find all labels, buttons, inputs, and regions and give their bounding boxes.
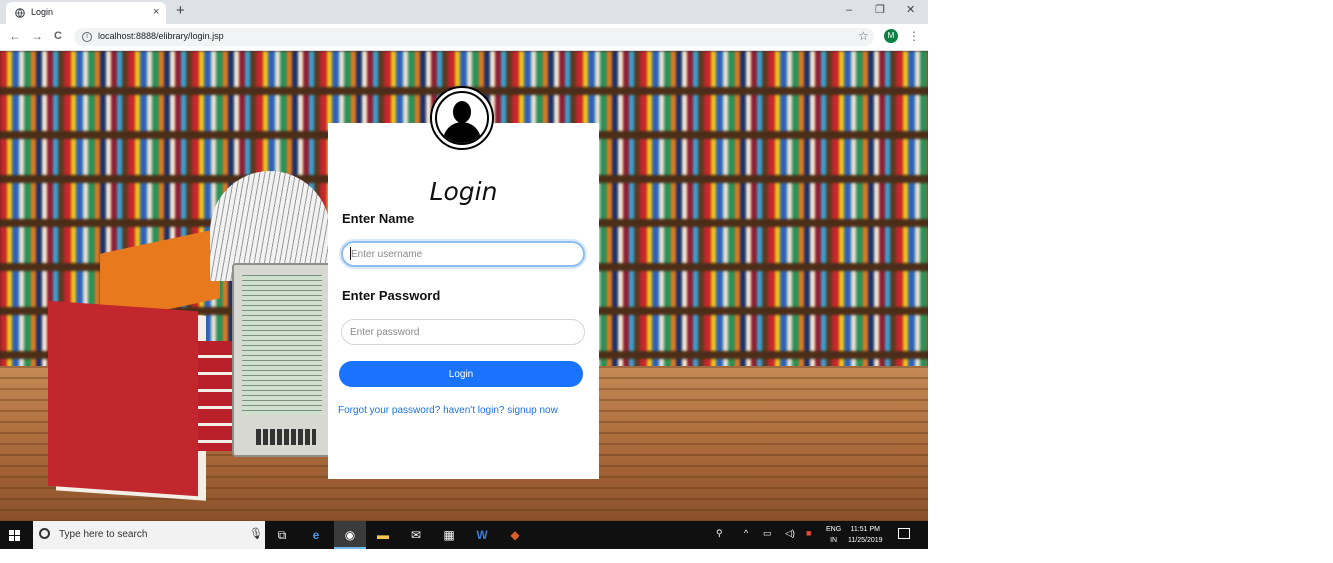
region-code: IN (830, 537, 838, 544)
tab-title: Login (31, 7, 54, 17)
window-close-button[interactable]: ✕ (906, 3, 915, 17)
language-indicator[interactable]: ENG IN (826, 524, 841, 546)
avatar-silhouette (435, 91, 489, 145)
user-avatar-icon (430, 86, 494, 150)
info-icon[interactable]: i (82, 32, 92, 42)
tab-close-icon[interactable]: × (153, 5, 159, 19)
battery-icon[interactable]: ▭ (763, 528, 772, 539)
signup-prompt: haven't login? (443, 405, 505, 416)
url-text[interactable]: localhost:8888/elibrary/login.jsp (98, 31, 224, 41)
app-icon[interactable]: ◆ (499, 521, 531, 549)
password-input[interactable] (341, 319, 585, 345)
auth-links: Forgot your password? haven't login? sig… (338, 405, 598, 416)
browser-tab-strip: Login × + – ❐ ✕ (0, 0, 928, 24)
avatar-head (453, 101, 471, 123)
taskbar-search-placeholder: Type here to search (59, 529, 148, 540)
bookmark-star-icon[interactable]: ☆ (858, 29, 869, 43)
edge-icon[interactable]: e (300, 521, 332, 549)
people-icon[interactable]: ⚲ (716, 528, 723, 539)
ereader-keyboard (256, 429, 316, 445)
tray-chevron-icon[interactable]: ^ (744, 528, 748, 538)
microphone-icon[interactable]: 🎙 (249, 527, 263, 540)
browser-tab-login[interactable]: Login × (6, 2, 166, 24)
file-explorer-icon[interactable]: ▬ (367, 521, 399, 549)
notification-icon[interactable] (898, 528, 910, 539)
login-heading: Login (429, 177, 498, 206)
name-label: Enter Name (342, 211, 415, 226)
language-code: ENG (826, 526, 842, 533)
chrome-icon[interactable]: ◉ (334, 521, 366, 549)
browser-toolbar: ← → C i localhost:8888/elibrary/login.js… (0, 24, 928, 51)
forgot-password-link[interactable]: Forgot your password? (338, 405, 440, 416)
task-view-icon[interactable]: ⧉ (266, 521, 298, 549)
new-tab-button[interactable]: + (176, 3, 185, 19)
ereader-illustration (232, 263, 332, 457)
profile-avatar[interactable]: M (884, 29, 898, 43)
store-icon[interactable]: ▦ (433, 521, 465, 549)
red-book-illustration (48, 300, 198, 497)
username-input[interactable] (341, 241, 585, 267)
ereader-screen (242, 275, 322, 415)
windows-start-icon[interactable] (9, 530, 21, 542)
taskbar-search-box[interactable]: Type here to search 🎙 (33, 521, 265, 549)
taskbar-clock[interactable]: 11:51 PM 11/25/2019 (848, 524, 883, 546)
browser-menu-icon[interactable]: ⋮ (908, 29, 920, 43)
volume-icon[interactable]: ◁) (785, 528, 795, 539)
minimize-button[interactable]: – (846, 3, 852, 17)
page-background: Login Enter Name Enter Password Login Fo… (0, 51, 928, 521)
clock-date: 11/25/2019 (848, 537, 883, 544)
back-icon[interactable]: ← (9, 29, 21, 43)
text-caret (350, 247, 351, 260)
password-label: Enter Password (342, 288, 441, 303)
login-button[interactable]: Login (339, 361, 583, 387)
avatar-body (443, 122, 481, 143)
mail-icon[interactable]: ✉ (400, 521, 432, 549)
word-icon[interactable]: W (466, 521, 498, 549)
login-card: Login Enter Name Enter Password Login Fo… (328, 86, 599, 479)
forward-icon[interactable]: → (31, 29, 43, 43)
restore-button[interactable]: ❐ (875, 3, 885, 17)
address-bar[interactable]: i localhost:8888/elibrary/login.jsp ☆ (74, 28, 874, 46)
globe-icon (15, 8, 25, 18)
network-icon[interactable]: ■ (806, 528, 811, 538)
clock-time: 11:51 PM (850, 526, 880, 533)
screen: Login × + – ❐ ✕ ← → C i localhost:8888/e… (0, 0, 928, 549)
signup-link[interactable]: signup now (507, 405, 558, 416)
cortana-icon (39, 528, 50, 539)
reload-icon[interactable]: C (54, 29, 62, 43)
windows-taskbar: Type here to search 🎙 ⧉ e ◉ ▬ ✉ ▦ W ◆ ⚲ … (0, 521, 928, 549)
